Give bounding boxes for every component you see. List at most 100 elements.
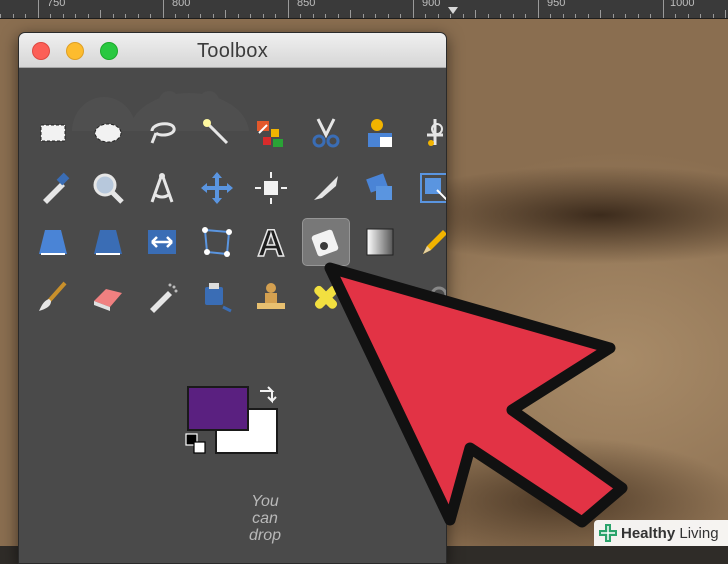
ruler-tick (475, 10, 476, 18)
ruler-tick (38, 0, 39, 18)
ruler-tick (550, 14, 551, 18)
eraser-icon (93, 288, 122, 311)
move-arrows-icon (200, 171, 233, 204)
ruler-tick (450, 14, 451, 18)
foreground-select-tool[interactable] (356, 109, 404, 157)
ruler-tick (75, 14, 76, 18)
ink-icon (204, 282, 232, 312)
ruler-tick (188, 14, 189, 18)
color-select-icon (257, 121, 283, 147)
ruler-tick (563, 14, 564, 18)
shear-tool[interactable] (29, 218, 77, 266)
ruler-tick (288, 0, 289, 18)
scalpel-icon (313, 175, 338, 200)
select-by-color-tool[interactable] (247, 109, 295, 157)
ruler-tick (663, 0, 664, 18)
foreground-select-icon (368, 119, 392, 147)
ruler-tick (275, 14, 276, 18)
ruler-tick (675, 14, 676, 18)
ruler-tick (400, 14, 401, 18)
ruler-tick (313, 14, 314, 18)
ruler-tick (575, 14, 576, 18)
ruler-position-marker (448, 7, 458, 14)
text-tool[interactable]: A (247, 218, 295, 266)
ruler-tick (438, 14, 439, 18)
ruler-tick (25, 14, 26, 18)
scissors-select-tool[interactable] (302, 109, 350, 157)
perspective-icon (93, 230, 122, 255)
ruler-tick (325, 14, 326, 18)
drop-hint-text: You can drop (248, 493, 282, 544)
ruler-tick (725, 10, 726, 18)
arrow-shape (324, 262, 628, 528)
ruler-tick (163, 0, 164, 18)
zoom-tool[interactable] (84, 164, 132, 212)
ruler-tick (213, 14, 214, 18)
align-icon (255, 171, 287, 204)
ruler-tick (0, 14, 1, 18)
ruler-label: 800 (172, 0, 191, 9)
ruler-tick (375, 14, 376, 18)
fuzzy-select-tool[interactable] (193, 109, 241, 157)
lasso-icon (150, 122, 176, 144)
title-bar[interactable]: Toolbox (19, 33, 446, 68)
swap-colors-icon[interactable] (255, 383, 279, 407)
window-title: Toolbox (196, 40, 269, 62)
rotate-tool[interactable] (356, 164, 404, 212)
cage-transform-tool[interactable] (193, 218, 241, 266)
flip-tool[interactable] (138, 218, 186, 266)
paintbrush-tool[interactable] (29, 273, 77, 321)
ruler-tick (350, 10, 351, 18)
scale-tool[interactable] (411, 164, 446, 212)
rect-select-tool[interactable] (29, 109, 77, 157)
ink-tool[interactable] (193, 273, 241, 321)
ruler-tick (363, 14, 364, 18)
compass-icon (150, 172, 174, 203)
svg-text:A: A (257, 223, 284, 265)
flip-icon (148, 230, 176, 254)
ruler-tick (150, 14, 151, 18)
ellipse-select-tool[interactable] (84, 109, 132, 157)
ruler-tick (713, 14, 714, 18)
perspective-tool[interactable] (84, 218, 132, 266)
watermark-badge: Healthy Living (594, 520, 728, 546)
scissors-icon (312, 118, 339, 148)
shear-icon (39, 230, 67, 255)
ruler-tick (425, 14, 426, 18)
ruler-tick (700, 14, 701, 18)
default-colors-icon[interactable] (185, 433, 207, 455)
crop-tool[interactable] (302, 164, 350, 212)
ruler-tick (650, 14, 651, 18)
move-tool[interactable] (193, 164, 241, 212)
ruler-tick (488, 14, 489, 18)
horizontal-ruler[interactable]: 750 800 850 900 950 1000 (0, 0, 728, 19)
paths-tool[interactable] (411, 109, 447, 157)
rect-select-icon (40, 124, 66, 142)
ruler-tick (625, 14, 626, 18)
ruler-tick (538, 0, 539, 18)
stamp-icon (257, 282, 285, 309)
magnifier-icon (93, 173, 124, 204)
align-tool[interactable] (247, 164, 295, 212)
free-select-tool[interactable] (138, 109, 186, 157)
ruler-tick (50, 14, 51, 18)
clone-tool[interactable] (247, 273, 295, 321)
watermark-text: Healthy Living (621, 524, 719, 542)
ruler-tick (513, 14, 514, 18)
foreground-color-swatch[interactable] (187, 386, 249, 431)
ruler-tick (413, 0, 414, 18)
ruler-tick (88, 14, 89, 18)
health-cross-icon (599, 524, 617, 542)
ruler-tick (463, 14, 464, 18)
eraser-tool[interactable] (84, 273, 132, 321)
airbrush-tool[interactable] (138, 273, 186, 321)
ruler-label: 850 (297, 0, 316, 9)
ruler-tick (13, 14, 14, 18)
ellipse-select-icon (94, 123, 121, 143)
red-pointer-arrow-icon (324, 262, 628, 528)
paintbrush-icon (39, 281, 67, 311)
cage-icon (201, 227, 232, 257)
measure-tool[interactable] (138, 164, 186, 212)
ruler-tick (588, 14, 589, 18)
color-picker-tool[interactable] (29, 164, 77, 212)
